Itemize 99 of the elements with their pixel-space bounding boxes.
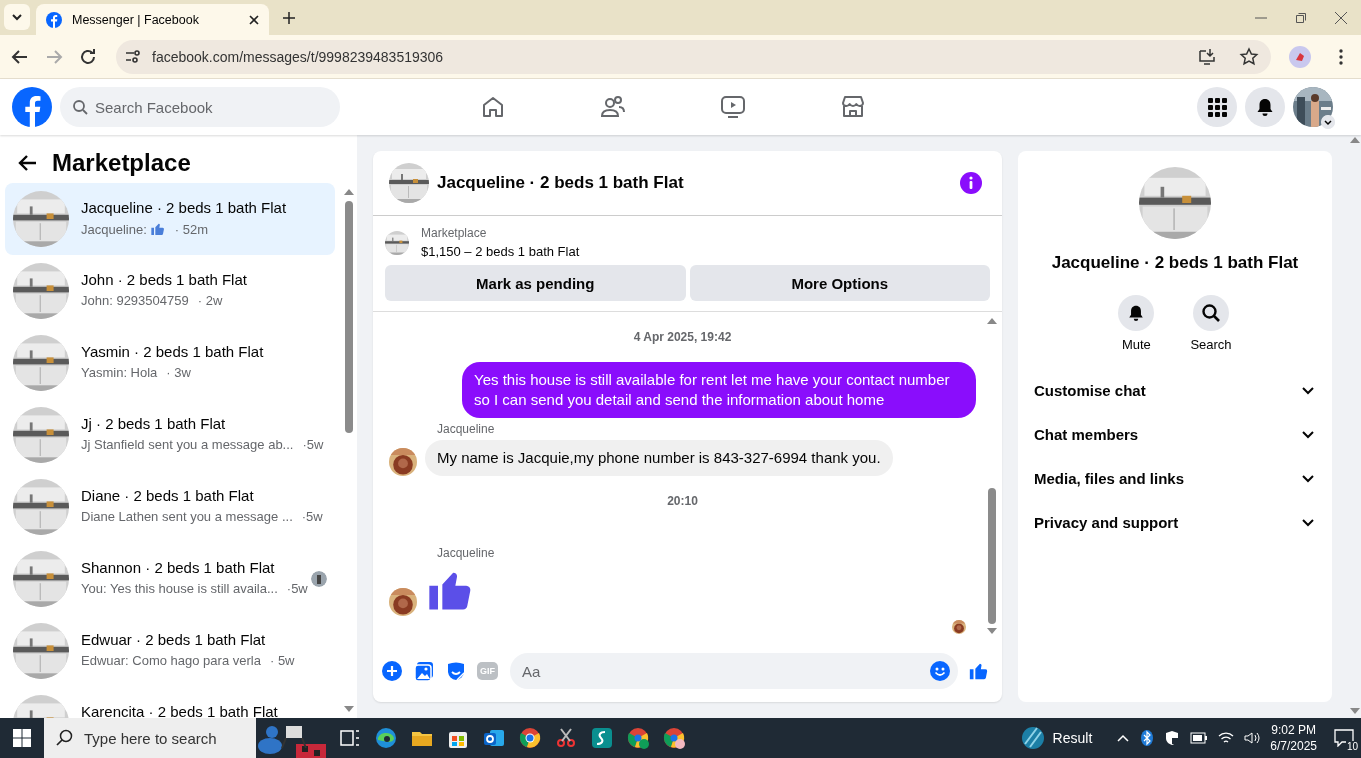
section-toggle[interactable]: Customise chat — [1026, 368, 1324, 412]
conversation-title: Jacqueline · 2 beds 1 bath Flat — [81, 199, 288, 216]
friends-icon[interactable] — [600, 94, 626, 120]
section-toggle[interactable]: Media, files and links — [1026, 456, 1324, 500]
message-time: · 3w — [166, 365, 191, 380]
search-icon — [56, 729, 74, 747]
globe-icon — [1020, 726, 1045, 750]
sender-name: Jacqueline — [437, 546, 495, 560]
conversation-item[interactable]: Diane · 2 beds 1 bath Flat Diane Lathen sent you a message ... ·5w — [5, 471, 335, 543]
conversation-title: Diane · 2 beds 1 bath Flat — [81, 487, 255, 504]
timestamp: 4 Apr 2025, 19:42 — [633, 330, 732, 344]
message-field[interactable]: Aa — [510, 653, 958, 689]
grid-icon — [1207, 97, 1227, 117]
message-time: · 52m — [174, 221, 208, 237]
info-icon[interactable] — [960, 172, 982, 194]
sidebar-title: Marketplace — [52, 149, 191, 177]
sent-message: Yes this house is still available for rent let me have your contact number so I can send you detail and send the information about home — [462, 362, 976, 418]
notification-center-button[interactable]: 10 — [1327, 718, 1361, 758]
listing-action-button[interactable]: Mark as pending — [385, 265, 686, 301]
tab-title: Messenger | Facebook — [72, 12, 200, 27]
windows-logo-icon — [13, 729, 31, 747]
conversation-item[interactable]: Yasmin · 2 beds 1 bath Flat Yasmin: Hola · 3w — [5, 327, 335, 399]
thumbs-up-icon — [149, 221, 166, 237]
message-time: ·5w — [301, 509, 323, 524]
message-time: · 2w — [197, 293, 223, 308]
url-text: facebook.com/messages/t/9998239483519306 — [152, 48, 445, 65]
timestamp: 20:10 — [667, 494, 698, 508]
conversation-title: Shannon · 2 beds 1 bath Flat — [81, 559, 276, 576]
conversation-title: Yasmin · 2 beds 1 bath Flat — [81, 343, 265, 360]
speaker-icon[interactable] — [1244, 731, 1261, 745]
account-button[interactable] — [1293, 87, 1333, 127]
search-icon — [1201, 303, 1221, 323]
section-toggle[interactable]: Privacy and support — [1026, 500, 1324, 544]
chat-title: Jacqueline · 2 beds 1 bath Flat — [437, 173, 685, 193]
bookmark-star-icon[interactable] — [1239, 46, 1259, 67]
conversation-title: Jj · 2 beds 1 bath Flat — [81, 415, 227, 432]
new-tab-icon[interactable] — [283, 11, 295, 24]
menu-button[interactable] — [1197, 87, 1237, 127]
profile-icon[interactable] — [1289, 45, 1311, 68]
install-app-icon[interactable] — [1197, 46, 1217, 67]
restore-icon[interactable] — [1295, 11, 1307, 24]
close-icon[interactable] — [249, 14, 259, 25]
message-preview: John: 9293504759 — [81, 293, 189, 308]
sender-name: Jacqueline — [437, 422, 495, 436]
chevron-down-icon — [11, 11, 23, 23]
message-preview: Edwuar: Como hago para verla — [81, 653, 261, 668]
marketplace-icon[interactable] — [840, 94, 866, 120]
received-message: My name is Jacquie,my phone number is 843-327-6994 thank you. — [425, 440, 893, 476]
listing-label: Marketplace — [421, 226, 488, 240]
section-toggle[interactable]: Chat members — [1026, 412, 1324, 456]
tab-list-button[interactable] — [4, 4, 30, 30]
battery-icon[interactable] — [1190, 732, 1209, 744]
address-bar[interactable]: facebook.com/messages/t/9998239483519306 — [116, 39, 1271, 74]
message-time: ·5w — [302, 437, 324, 452]
message-time: · 5w — [269, 653, 295, 668]
conversation-item[interactable]: Jacqueline · 2 beds 1 bath Flat Jacqueline: · 52m — [5, 183, 335, 255]
back-icon[interactable] — [18, 153, 38, 173]
chrome-browser-icon[interactable] — [518, 726, 542, 750]
edge-browser-icon[interactable] — [374, 726, 398, 750]
message-preview: Jj Stanfield sent you a message ab... — [81, 437, 294, 452]
message-preview: Diane Lathen sent you a message ... — [81, 509, 293, 524]
notifications-button[interactable] — [1245, 87, 1285, 127]
contact-name: Jacqueline · 2 beds 1 bath Flat — [1051, 253, 1299, 273]
facebook-logo-icon[interactable] — [12, 87, 52, 127]
home-icon[interactable] — [480, 94, 506, 120]
site-settings-icon[interactable] — [124, 47, 142, 66]
search-field[interactable]: Search Facebook — [60, 87, 340, 127]
bluetooth-icon[interactable] — [1140, 730, 1155, 746]
search-icon — [72, 99, 88, 115]
message-time: ·5w — [286, 581, 308, 596]
chrome-browser-icon[interactable] — [626, 726, 650, 750]
conversation-item[interactable]: Edwuar · 2 beds 1 bath Flat Edwuar: Como hago para verla · 5w — [5, 615, 335, 687]
message-preview: Yasmin: Hola — [81, 365, 158, 380]
scissors-icon[interactable] — [554, 726, 578, 750]
security-icon[interactable] — [1164, 730, 1181, 746]
conversation-title: Edwuar · 2 beds 1 bath Flat — [81, 631, 267, 648]
emoji-icon[interactable] — [930, 661, 950, 681]
conversation-title: Karencita · 2 beds 1 bath Flat — [81, 703, 279, 718]
listing-summary[interactable]: $1,150 – 2 beds 1 bath Flat — [421, 244, 580, 259]
conversation-item[interactable]: John · 2 beds 1 bath Flat John: 9293504759 · 2w — [5, 255, 335, 327]
sticker-icon[interactable] — [445, 660, 467, 682]
message-preview: You: Yes this house is still availa... — [81, 581, 278, 596]
video-icon[interactable] — [720, 94, 746, 120]
add-icon[interactable] — [381, 660, 403, 682]
bell-icon — [1127, 304, 1146, 322]
chrome-browser-icon[interactable] — [662, 726, 686, 750]
wifi-icon[interactable] — [1218, 731, 1235, 745]
app-icon[interactable] — [590, 726, 614, 750]
photo-icon[interactable] — [413, 660, 435, 682]
listing-action-button[interactable]: More Options — [689, 265, 990, 301]
browser-tab[interactable]: Messenger | Facebook — [36, 4, 269, 35]
facebook-logo-icon — [46, 11, 62, 28]
conversation-title: John · 2 beds 1 bath Flat — [81, 271, 248, 288]
message-preview: Jacqueline: — [81, 221, 147, 237]
weather-widget[interactable]: Result — [1020, 726, 1093, 750]
clock[interactable]: 9:02 PM 6/7/2025 — [1270, 722, 1317, 754]
bell-icon — [1255, 97, 1275, 117]
conversation-item[interactable]: Jj · 2 beds 1 bath Flat Jj Stanfield sent you a message ab... ·5w — [5, 399, 335, 471]
conversation-item[interactable]: Shannon · 2 beds 1 bath Flat You: Yes this house is still availa... ·5w — [5, 543, 335, 615]
